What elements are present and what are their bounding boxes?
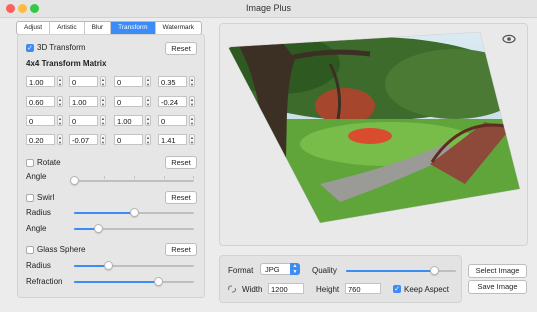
select-image-button[interactable]: Select Image: [468, 264, 527, 278]
tab-artistic[interactable]: Artistic: [50, 22, 85, 34]
format-select[interactable]: JPG ▲ ▼: [260, 263, 300, 275]
tab-transform[interactable]: Transform: [111, 22, 156, 34]
matrix-stepper-3-1[interactable]: ▲ ▼: [100, 134, 106, 145]
rotate-checkbox[interactable]: [26, 159, 34, 167]
glass-sphere-label: Glass Sphere: [37, 245, 86, 254]
quality-slider-fill: [346, 270, 434, 272]
height-field[interactable]: 760: [345, 283, 381, 294]
glass-refraction-slider-track: [74, 281, 194, 283]
tab-adjust[interactable]: Adjust: [17, 22, 51, 34]
height-label: Height: [316, 285, 340, 294]
transform-panel: ✓ 3D Transform Reset 4x4 Transform Matri…: [17, 34, 205, 298]
glass-radius-slider-fill: [74, 265, 108, 267]
glass-radius-slider-track: [74, 265, 194, 267]
keep-aspect-label: Keep Aspect: [404, 285, 449, 294]
quality-slider-knob[interactable]: [430, 266, 439, 275]
matrix-stepper-0-3[interactable]: ▲ ▼: [189, 76, 195, 87]
tab-blur[interactable]: Blur: [85, 22, 112, 34]
quality-slider-track: [346, 270, 456, 272]
swirl-radius-slider-knob[interactable]: [130, 208, 139, 217]
format-label: Format: [228, 266, 254, 275]
glass-sphere-checkbox[interactable]: [26, 246, 34, 254]
matrix-stepper-1-2[interactable]: ▲ ▼: [145, 96, 151, 107]
matrix-cell-0-1[interactable]: 0: [69, 76, 98, 87]
chevron-updown-icon: ▲ ▼: [290, 263, 300, 275]
swirl-reset-button[interactable]: Reset: [165, 191, 197, 204]
format-value: JPG: [265, 265, 280, 274]
glass-refraction-slider-fill: [74, 281, 158, 283]
matrix-stepper-1-0[interactable]: ▲ ▼: [57, 96, 63, 107]
swirl-radius-label: Radius: [26, 208, 51, 217]
swirl-angle-slider-track: [74, 228, 194, 230]
glass-refraction-label: Refraction: [26, 277, 63, 286]
tab-bar: Adjust Artistic Blur Transform Watermark: [16, 21, 203, 35]
matrix-stepper-2-1[interactable]: ▲ ▼: [100, 115, 106, 126]
swirl-angle-label: Angle: [26, 224, 47, 233]
matrix-stepper-1-3[interactable]: ▲ ▼: [189, 96, 195, 107]
image-preview: [219, 23, 528, 246]
matrix-cell-2-3[interactable]: 0: [158, 115, 187, 126]
tab-watermark[interactable]: Watermark: [156, 22, 202, 34]
save-image-button[interactable]: Save Image: [468, 280, 527, 294]
matrix-stepper-3-2[interactable]: ▲ ▼: [145, 134, 151, 145]
matrix-cell-1-2[interactable]: 0: [114, 96, 143, 107]
matrix-title: 4x4 Transform Matrix: [26, 59, 107, 68]
3d-transform-label: 3D Transform: [37, 43, 86, 52]
keep-aspect-checkbox[interactable]: ✓: [393, 285, 401, 293]
matrix-cell-3-0[interactable]: 0.20: [26, 134, 55, 145]
matrix-cell-2-2[interactable]: 1.00: [114, 115, 143, 126]
slider-tick: [134, 176, 135, 179]
width-label: Width: [242, 285, 263, 294]
3d-transform-reset-button[interactable]: Reset: [165, 42, 197, 55]
glass-sphere-reset-button[interactable]: Reset: [165, 243, 197, 256]
swirl-angle-slider-knob[interactable]: [94, 224, 103, 233]
3d-transform-checkbox[interactable]: ✓: [26, 44, 34, 52]
rotate-angle-label: Angle: [26, 172, 47, 181]
quality-label: Quality: [312, 266, 337, 275]
link-icon[interactable]: [227, 284, 237, 294]
matrix-stepper-2-2[interactable]: ▲ ▼: [145, 115, 151, 126]
matrix-stepper-3-3[interactable]: ▲ ▼: [189, 134, 195, 145]
rotate-reset-button[interactable]: Reset: [165, 156, 197, 169]
matrix-cell-3-3[interactable]: 1.41: [158, 134, 187, 145]
matrix-stepper-0-1[interactable]: ▲ ▼: [100, 76, 106, 87]
matrix-stepper-0-0[interactable]: ▲ ▼: [57, 76, 63, 87]
matrix-cell-3-2[interactable]: 0: [114, 134, 143, 145]
matrix-stepper-3-0[interactable]: ▲ ▼: [57, 134, 63, 145]
matrix-stepper-1-1[interactable]: ▲ ▼: [100, 96, 106, 107]
width-field[interactable]: 1200: [268, 283, 304, 294]
matrix-cell-2-1[interactable]: 0: [69, 115, 98, 126]
slider-tick: [164, 176, 165, 179]
matrix-cell-3-1[interactable]: -0.07: [69, 134, 98, 145]
rotate-angle-slider-knob[interactable]: [70, 176, 79, 185]
swirl-radius-slider-fill: [74, 212, 134, 214]
matrix-cell-1-1[interactable]: 1.00: [69, 96, 98, 107]
window-title: Image Plus: [245, 3, 292, 13]
transformed-photo: [227, 31, 521, 224]
matrix-cell-1-3[interactable]: -0.24: [158, 96, 187, 107]
matrix-stepper-2-3[interactable]: ▲ ▼: [189, 115, 195, 126]
glass-refraction-slider-knob[interactable]: [154, 277, 163, 286]
title-bar: Image Plus: [0, 0, 537, 18]
matrix-cell-1-0[interactable]: 0.60: [26, 96, 55, 107]
matrix-cell-0-0[interactable]: 1.00: [26, 76, 55, 87]
glass-radius-slider-knob[interactable]: [104, 261, 113, 270]
matrix-stepper-0-2[interactable]: ▲ ▼: [145, 76, 151, 87]
matrix-stepper-2-0[interactable]: ▲ ▼: [57, 115, 63, 126]
swirl-checkbox[interactable]: [26, 194, 34, 202]
swirl-label: Swirl: [37, 193, 55, 202]
slider-tick: [104, 176, 105, 179]
matrix-cell-2-0[interactable]: 0: [26, 115, 55, 126]
slider-tick: [193, 176, 194, 179]
rotate-label: Rotate: [37, 158, 61, 167]
output-options-panel: Format JPG ▲ ▼ Quality Width 1200 Height …: [219, 255, 462, 303]
matrix-cell-0-2[interactable]: 0: [114, 76, 143, 87]
matrix-cell-0-3[interactable]: 0.35: [158, 76, 187, 87]
eye-icon[interactable]: [502, 32, 516, 46]
rotate-angle-slider-track: [74, 180, 194, 182]
glass-radius-label: Radius: [26, 261, 51, 270]
